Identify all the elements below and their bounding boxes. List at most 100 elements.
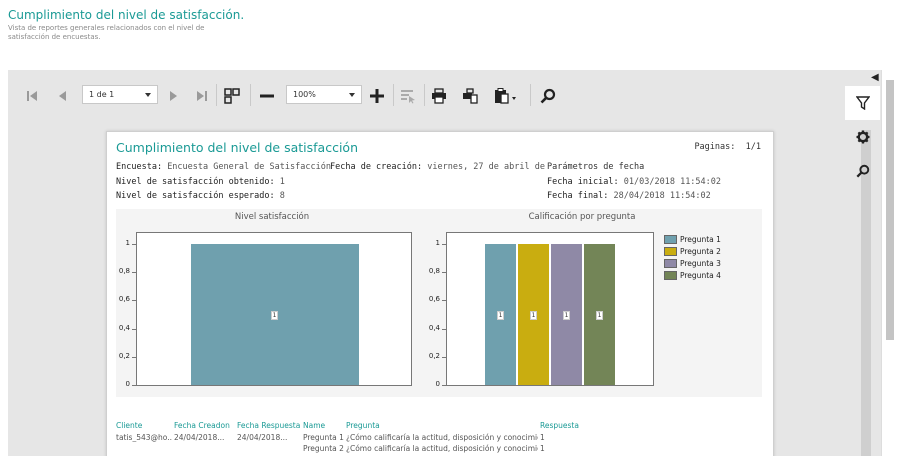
legend-label: Pregunta 1 xyxy=(680,234,721,244)
table-cell: 1 xyxy=(540,444,545,453)
data-label: 1 xyxy=(596,310,603,320)
right-panel: ◀ xyxy=(845,70,900,456)
legend-item: Pregunta 2 xyxy=(664,245,721,257)
y-tick-mark xyxy=(442,300,446,302)
y-tick-label: 0,8 xyxy=(118,267,130,276)
fecha-final-label: Fecha final: xyxy=(547,191,609,201)
last-page-button[interactable] xyxy=(194,86,210,106)
plot-area: 1 xyxy=(136,232,412,386)
multipage-button[interactable] xyxy=(222,86,242,106)
table-cell: 1 xyxy=(540,433,545,442)
search-icon xyxy=(856,164,869,178)
legend-swatch xyxy=(664,246,677,256)
zoom-out-button[interactable] xyxy=(257,86,277,106)
page-select[interactable]: 1 de 1 xyxy=(82,85,158,104)
y-tick-mark xyxy=(442,385,446,386)
print-page-icon xyxy=(463,88,478,104)
y-tick-label: 0,4 xyxy=(428,323,440,332)
page-select-value: 1 de 1 xyxy=(89,90,115,99)
chevron-down-icon xyxy=(145,93,151,97)
y-tick-label: 0 xyxy=(435,380,440,388)
esperado-value: 8 xyxy=(279,191,285,201)
viewer-toolbar: 1 de 1 100% xyxy=(8,70,845,120)
filter-icon xyxy=(855,96,870,110)
report-page: Cumplimiento del nivel de satisfacción P… xyxy=(106,131,774,456)
y-tick-mark xyxy=(442,272,446,274)
y-tick-mark xyxy=(132,328,136,330)
y-tick-label: 0,4 xyxy=(118,323,130,332)
table-cell: 24/04/2018... xyxy=(174,433,225,442)
encuesta-field: Encuesta: Encuesta General de Satisfacci… xyxy=(116,162,331,172)
legend-swatch xyxy=(664,270,677,280)
data-label: 1 xyxy=(497,310,504,320)
table-header-cell: Pregunta xyxy=(346,421,380,430)
select-tool-button[interactable] xyxy=(398,86,418,106)
plot-area: 1 1 1 1 xyxy=(446,232,654,386)
chart1-title: Nivel satisfacción xyxy=(234,212,310,222)
filter-button[interactable] xyxy=(845,86,880,120)
legend-swatch xyxy=(664,234,677,244)
fecha-creacion-field: Fecha de creación: viernes, 27 de abril … xyxy=(330,162,545,172)
settings-button[interactable] xyxy=(845,120,880,154)
zoom-select[interactable]: 100% xyxy=(286,85,362,104)
collapse-icon[interactable]: ◀ xyxy=(871,72,879,83)
legend-item: Pregunta 3 xyxy=(664,257,721,269)
fecha-inicial-value: 01/03/2018 11:54:02 xyxy=(623,177,722,187)
table-header-cell: Fecha Creadon xyxy=(174,421,230,430)
export-button[interactable] xyxy=(492,86,520,106)
prev-page-button[interactable] xyxy=(54,86,70,106)
table-header-cell: Name xyxy=(303,421,326,430)
zoom-out-icon xyxy=(260,94,274,98)
next-page-icon xyxy=(170,91,177,101)
page-scrollbar-thumb[interactable] xyxy=(886,80,894,340)
y-tick-label: 1 xyxy=(435,239,440,247)
zoom-select-value: 100% xyxy=(293,90,316,99)
print-icon xyxy=(432,88,446,104)
y-tick-label: 0,2 xyxy=(118,351,130,360)
y-tick-label: 0,6 xyxy=(118,295,130,304)
table-cell: ¿Cómo calificaría la actitud, disposició… xyxy=(346,444,538,453)
pages-value: 1/1 xyxy=(745,142,761,152)
page-title: Cumplimiento del nivel de satisfacción. xyxy=(8,8,245,22)
search-icon xyxy=(540,88,556,104)
fecha-final-field: Fecha final: 28/04/2018 11:54:02 xyxy=(547,191,711,201)
select-tool-icon xyxy=(401,90,415,104)
search-button[interactable] xyxy=(538,86,558,106)
next-page-button[interactable] xyxy=(166,86,182,106)
esperado-field: Nivel de satisfacción esperado: 8 xyxy=(116,191,285,201)
legend-label: Pregunta 2 xyxy=(680,246,721,256)
legend-item: Pregunta 4 xyxy=(664,269,721,281)
y-tick-label: 0,2 xyxy=(428,351,440,360)
chart-legend: Pregunta 1 Pregunta 2 Pregunta 3 Pregunta 4 xyxy=(664,233,721,281)
panel-search-button[interactable] xyxy=(845,154,880,188)
y-tick-label: 0 xyxy=(125,380,130,388)
gear-icon xyxy=(856,130,869,144)
table-header-cell: Respuesta xyxy=(540,421,579,430)
print-button[interactable] xyxy=(429,86,449,106)
first-page-button[interactable] xyxy=(24,86,40,106)
y-tick-mark xyxy=(132,244,136,245)
report-pages: Paginas: 1/1 xyxy=(694,142,761,152)
page-header: Cumplimiento del nivel de satisfacción. … xyxy=(8,8,408,42)
zoom-in-button[interactable] xyxy=(367,86,387,106)
legend-swatch xyxy=(664,258,677,268)
y-tick-label: 1 xyxy=(125,239,130,247)
fecha-inicial-label: Fecha inicial: xyxy=(547,177,619,187)
export-icon xyxy=(495,88,516,104)
report-viewer: 1 de 1 100% Cumplimiento del nivel de sa… xyxy=(8,70,845,456)
legend-label: Pregunta 4 xyxy=(680,270,721,280)
table-cell: Pregunta 1 xyxy=(303,433,344,442)
print-page-button[interactable] xyxy=(460,86,480,106)
table-cell: Pregunta 2 xyxy=(303,444,344,453)
chevron-down-icon xyxy=(349,93,355,97)
first-page-icon xyxy=(27,91,37,101)
y-tick-mark xyxy=(442,328,446,330)
last-page-icon xyxy=(197,91,207,101)
toolbar-divider xyxy=(393,84,394,106)
obtenido-field: Nivel de satisfacción obtenido: 1 xyxy=(116,177,285,187)
y-tick-mark xyxy=(442,244,446,245)
prev-page-icon xyxy=(59,91,66,101)
toolbar-divider xyxy=(530,84,531,106)
parametros-label: Parámetros de fecha xyxy=(547,162,645,172)
obtenido-value: 1 xyxy=(279,177,285,187)
